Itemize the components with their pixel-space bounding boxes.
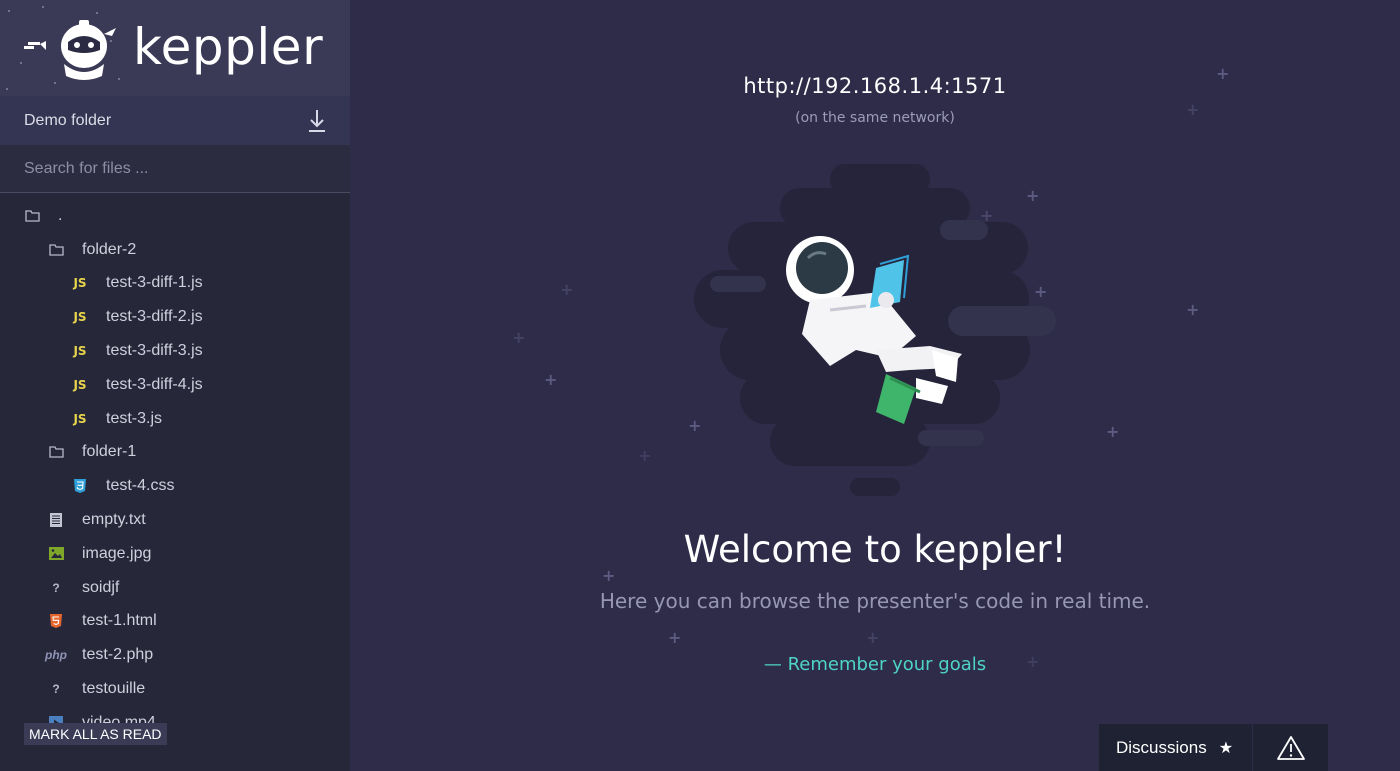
tree-item-empty-txt[interactable]: empty.txt [0,503,350,537]
sparkle-icon: + [560,280,574,299]
tree-item-label: test-3-diff-2.js [106,308,203,326]
tree-item-label: test-1.html [82,612,157,630]
tree-item-test-4-css[interactable]: test-4.css [0,469,350,503]
tree-item-test-3-diff-1[interactable]: JS test-3-diff-1.js [0,267,350,301]
welcome-title: Welcome to keppler! [683,528,1067,571]
tree-item-folder-1[interactable]: folder-1 [0,436,350,470]
brand-name: keppler [133,18,324,76]
tree-item-label: test-3-diff-4.js [106,375,203,393]
sparkle-icon: + [1106,422,1120,441]
tree-item-soidjf[interactable]: ? soidjf [0,571,350,605]
sparkle-icon: + [1186,100,1200,119]
sparkle-icon: + [1216,64,1230,83]
tree-item-test-3-diff-4[interactable]: JS test-3-diff-4.js [0,368,350,402]
file-tree: . folder-2 JS test-3-diff-1.js JS test-3… [0,193,350,740]
question-mark-icon: ? [52,580,60,595]
html5-icon [48,613,64,629]
astronaut-reading-icon [694,164,1056,496]
tree-item-test-2-php[interactable]: php test-2.php [0,638,350,672]
tree-item-test-3[interactable]: JS test-3.js [0,402,350,436]
css3-icon [72,478,88,494]
question-mark-icon: ? [52,682,60,697]
star-icon: ★ [1218,739,1234,757]
sparkle-icon: + [866,628,880,647]
tree-item-label: . [58,206,63,224]
sparkle-icon: + [638,446,652,465]
tree-item-image-jpg[interactable]: image.jpg [0,537,350,571]
folder-icon [48,444,64,460]
tree-item-label: folder-1 [82,443,137,461]
search-bar [0,145,350,193]
tree-item-label: test-2.php [82,646,154,664]
warning-button[interactable] [1253,724,1328,771]
tree-item-root[interactable]: . [0,199,350,233]
js-icon: JS [73,310,87,325]
tree-item-label: soidjf [82,578,120,596]
sparkle-icon: + [1186,300,1200,319]
server-url: http://192.168.1.4:1571 [743,74,1007,98]
star-dot [54,82,56,84]
star-dot [8,10,10,12]
mark-all-read-button[interactable]: MARK ALL AS READ [24,723,167,745]
js-icon: JS [73,344,87,359]
discussions-button[interactable]: Discussions ★ [1099,724,1252,771]
search-input[interactable] [24,159,326,178]
tree-item-label: testouille [82,680,146,698]
tree-item-label: test-3.js [106,409,163,427]
ninja-robot-logo-icon [24,20,116,80]
brand-header: keppler [0,0,350,96]
tree-item-label: folder-2 [82,240,137,258]
welcome-subtitle: Here you can browse the presenter's code… [599,589,1151,613]
js-icon: JS [73,377,87,392]
tree-item-folder-2[interactable]: folder-2 [0,233,350,267]
tree-item-label: empty.txt [82,511,146,529]
download-icon[interactable] [308,109,326,133]
php-icon: php [45,648,67,663]
tree-item-test-1-html[interactable]: test-1.html [0,605,350,639]
star-dot [6,88,8,90]
folder-icon [24,208,40,224]
tree-item-test-3-diff-3[interactable]: JS test-3-diff-3.js [0,334,350,368]
tree-item-label: image.jpg [82,544,152,562]
sidebar: keppler Demo folder . folder-2 JS test-3… [0,0,350,771]
sparkle-icon: + [544,370,558,389]
network-note: (on the same network) [795,110,955,126]
js-icon: JS [73,411,87,426]
image-file-icon [48,546,64,562]
folder-bar: Demo folder [0,96,350,145]
text-file-icon [48,512,64,528]
js-icon: JS [73,276,87,291]
tree-item-label: test-3-diff-3.js [106,342,203,360]
folder-name: Demo folder [24,111,112,129]
warning-icon [1276,735,1305,760]
remember-goals-link[interactable]: — Remember your goals [350,654,1400,675]
discussions-label: Discussions [1116,737,1207,757]
folder-icon [48,242,64,258]
sparkle-icon: + [668,628,682,647]
star-dot [42,6,44,8]
tree-item-test-3-diff-2[interactable]: JS test-3-diff-2.js [0,300,350,334]
tree-item-testouille[interactable]: ? testouille [0,672,350,706]
tree-item-label: test-3-diff-1.js [106,274,203,292]
main-panel: http://192.168.1.4:1571 (on the same net… [350,0,1400,771]
star-dot [20,62,22,64]
sparkle-icon: + [512,328,526,347]
tree-item-label: test-4.css [106,477,175,495]
